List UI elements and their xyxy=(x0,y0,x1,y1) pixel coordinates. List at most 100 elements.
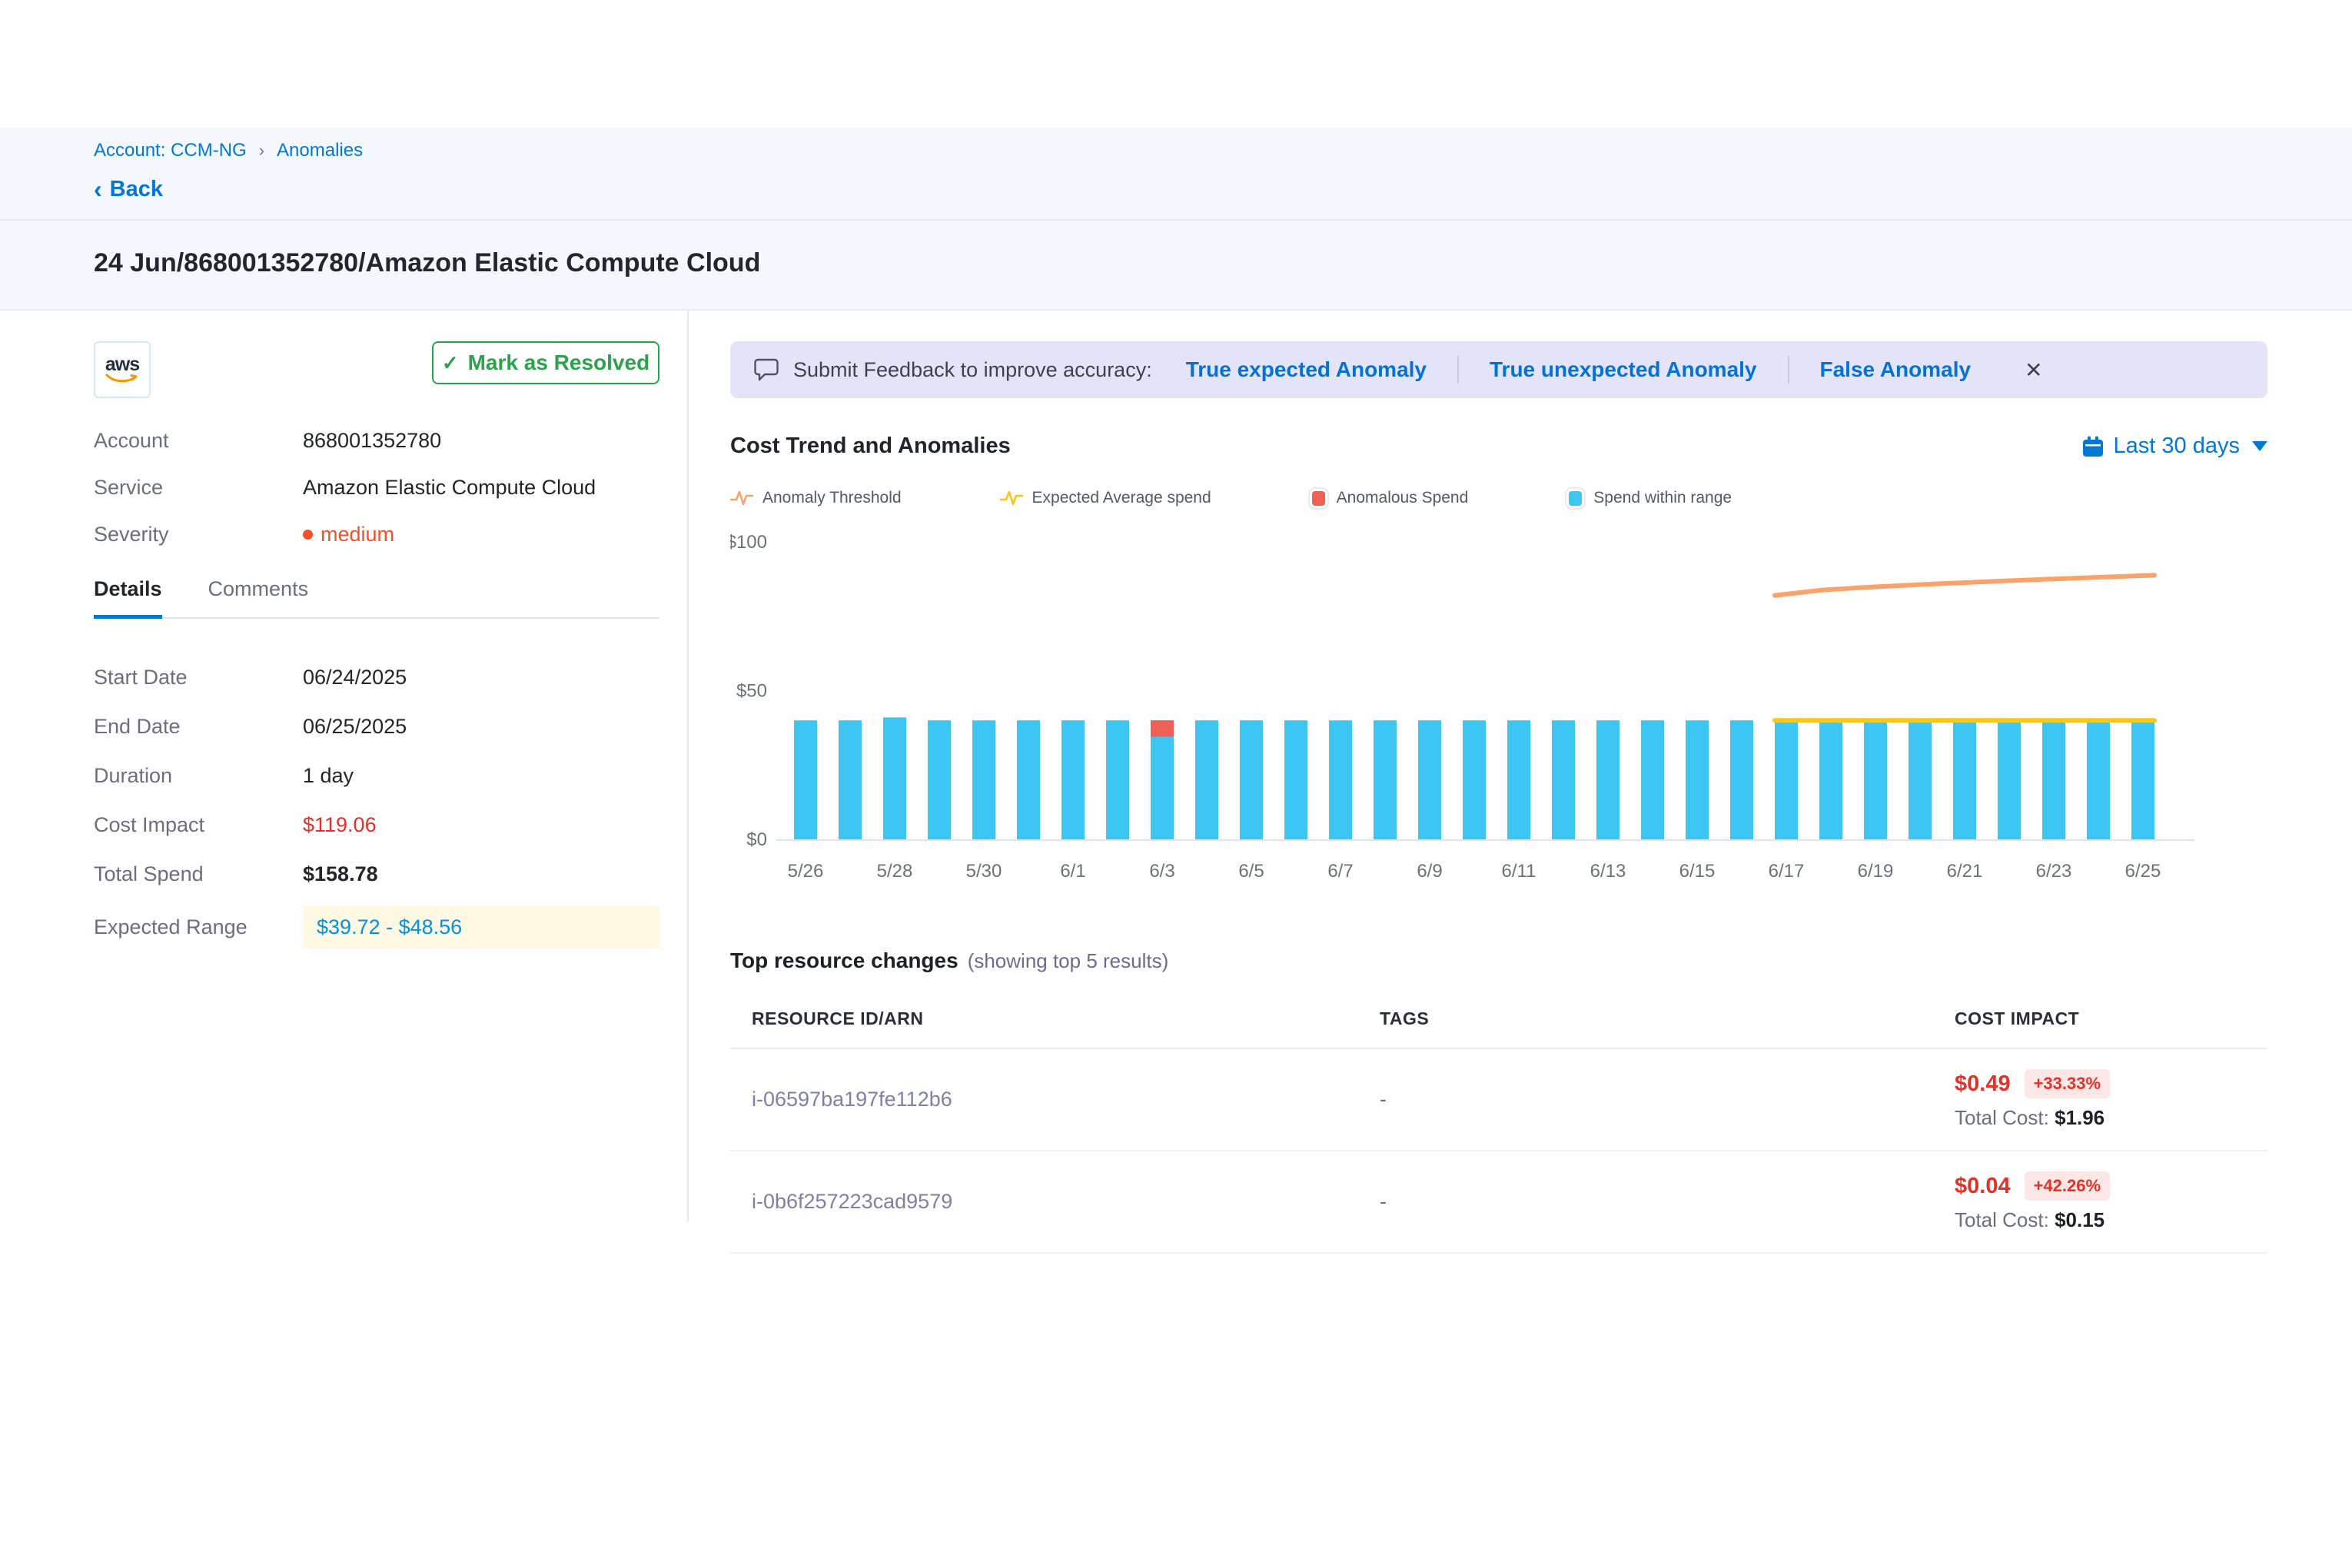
detail-row: End Date06/25/2025 xyxy=(94,709,659,743)
bar-6/19[interactable] xyxy=(1864,720,1887,839)
severity-dot-icon xyxy=(303,530,313,540)
bar-6/1[interactable] xyxy=(1061,720,1085,839)
bar-6/20[interactable] xyxy=(1909,720,1932,839)
legend-item[interactable]: Expected Average spend xyxy=(1000,488,1211,508)
divider xyxy=(1788,356,1789,384)
chart-title: Cost Trend and Anomalies xyxy=(730,434,1011,459)
mark-as-resolved-button[interactable]: ✓ Mark as Resolved xyxy=(432,341,659,384)
x-axis-tick-label: 6/15 xyxy=(1679,861,1716,882)
legend-label: Anomalous Spend xyxy=(1337,489,1469,507)
legend-item[interactable]: Anomaly Threshold xyxy=(730,488,902,508)
cost-line: $0.49+33.33% xyxy=(1955,1069,2267,1098)
x-axis-tick-label: 6/1 xyxy=(1060,861,1085,882)
detail-value: $158.78 xyxy=(303,862,378,886)
bar-6/8[interactable] xyxy=(1374,720,1397,839)
x-axis-tick-label: 6/23 xyxy=(2036,861,2072,882)
detail-value: 1 day xyxy=(303,764,354,788)
x-axis-tick-label: 6/7 xyxy=(1327,861,1353,882)
pulse-line-icon xyxy=(1000,488,1023,508)
table-header-row: RESOURCE ID/ARNTAGSCOST IMPACT xyxy=(730,992,2267,1049)
feedback-banner: Submit Feedback to improve accuracy: Tru… xyxy=(730,341,2267,398)
date-range-picker[interactable]: Last 30 days xyxy=(2081,434,2267,459)
calendar-icon xyxy=(2081,435,2105,458)
detail-value-wrap: $119.06 xyxy=(303,813,659,837)
bar-6/17[interactable] xyxy=(1775,720,1798,839)
bar-5/26[interactable] xyxy=(794,720,817,839)
bar-6/9[interactable] xyxy=(1418,720,1441,839)
legend-item[interactable]: Anomalous Spend xyxy=(1310,489,1469,508)
bar-6/21[interactable] xyxy=(1953,720,1976,839)
feedback-option-button[interactable]: False Anomaly xyxy=(1820,357,1972,382)
bar-5/31[interactable] xyxy=(1017,720,1040,839)
feedback-option-button[interactable]: True expected Anomaly xyxy=(1186,357,1427,382)
breadcrumb-account-link[interactable]: Account: CCM-NG xyxy=(94,140,247,161)
bar-6/7[interactable] xyxy=(1329,720,1352,839)
legend-label: Expected Average spend xyxy=(1032,489,1211,507)
x-axis-tick-label: 6/3 xyxy=(1149,861,1174,882)
x-axis-tick-label: 6/9 xyxy=(1417,861,1442,882)
resource-id-link[interactable]: i-0b6f257223cad9579 xyxy=(752,1190,952,1213)
bar-6/18[interactable] xyxy=(1819,720,1842,839)
breadcrumb: Account: CCM-NG › Anomalies xyxy=(94,140,2352,161)
bar-6/25[interactable] xyxy=(2131,720,2154,839)
bar-6/12[interactable] xyxy=(1552,720,1575,839)
header-band: Account: CCM-NG › Anomalies ‹ Back 24 Ju… xyxy=(0,128,2352,311)
bar-6/6[interactable] xyxy=(1284,720,1307,839)
close-icon[interactable]: ✕ xyxy=(2025,357,2042,383)
bar-5/29[interactable] xyxy=(928,720,951,839)
anomaly-detail-content: Submit Feedback to improve accuracy: Tru… xyxy=(689,311,2267,1254)
back-button[interactable]: ‹ Back xyxy=(0,161,2352,219)
anomalous-segment-6/3[interactable] xyxy=(1151,720,1174,736)
column-header: COST IMPACT xyxy=(1955,1008,2267,1029)
x-axis-tick-label: 5/30 xyxy=(966,861,1002,882)
tags-value: - xyxy=(1380,1190,1387,1213)
total-cost-value: $0.15 xyxy=(2055,1208,2105,1231)
top-whitespace xyxy=(0,0,2352,128)
legend-item[interactable]: Spend within range xyxy=(1566,489,1732,508)
detail-value-wrap: $158.78 xyxy=(303,862,659,886)
bar-6/16[interactable] xyxy=(1730,720,1753,839)
detail-label: Duration xyxy=(94,764,303,788)
bar-6/4[interactable] xyxy=(1195,720,1218,839)
breadcrumb-anomalies-link[interactable]: Anomalies xyxy=(277,140,363,161)
y-axis-tick-label: $100 xyxy=(730,532,767,553)
detail-value-wrap: 1 day xyxy=(303,764,659,788)
check-icon: ✓ xyxy=(442,351,459,375)
detail-label: Start Date xyxy=(94,666,303,689)
bar-6/15[interactable] xyxy=(1686,720,1709,839)
tab-details[interactable]: Details xyxy=(94,577,162,619)
resource-changes-subtitle: (showing top 5 results) xyxy=(968,949,1169,973)
x-axis-tick-label: 6/25 xyxy=(2125,861,2161,882)
bar-6/10[interactable] xyxy=(1463,720,1486,839)
bar-5/27[interactable] xyxy=(839,720,862,839)
detail-label: Total Spend xyxy=(94,862,303,886)
bar-6/5[interactable] xyxy=(1240,720,1263,839)
summary-row: ServiceAmazon Elastic Compute Cloud xyxy=(94,476,659,500)
summary-label: Service xyxy=(94,476,303,500)
tab-comments[interactable]: Comments xyxy=(208,577,309,619)
summary-row: Account868001352780 xyxy=(94,429,659,453)
summary-value: 868001352780 xyxy=(303,429,441,453)
bar-5/28[interactable] xyxy=(883,717,906,839)
bar-6/14[interactable] xyxy=(1641,720,1664,839)
x-axis-tick-label: 5/26 xyxy=(788,861,824,882)
bar-6/3[interactable] xyxy=(1151,720,1174,839)
feedback-option-button[interactable]: True unexpected Anomaly xyxy=(1490,357,1757,382)
bar-6/24[interactable] xyxy=(2087,720,2110,839)
detail-value-wrap: 06/25/2025 xyxy=(303,715,659,739)
bar-6/11[interactable] xyxy=(1507,720,1530,839)
detail-label: Expected Range xyxy=(94,915,303,939)
resource-id-link[interactable]: i-06597ba197fe112b6 xyxy=(752,1088,952,1111)
detail-label: End Date xyxy=(94,715,303,739)
x-axis-tick-label: 6/17 xyxy=(1769,861,1805,882)
cost-trend-chart[interactable]: $0$50$1005/265/285/306/16/36/56/76/96/11… xyxy=(730,530,2267,901)
bar-6/22[interactable] xyxy=(1998,720,2021,839)
bar-5/30[interactable] xyxy=(972,720,995,839)
bar-6/2[interactable] xyxy=(1106,720,1129,839)
cost-line: $0.04+42.26% xyxy=(1955,1171,2267,1201)
chat-bubble-icon xyxy=(753,357,779,382)
tags-cell: - xyxy=(1380,1088,1955,1111)
y-axis-tick-label: $50 xyxy=(736,681,767,702)
bar-6/13[interactable] xyxy=(1596,720,1619,839)
bar-6/23[interactable] xyxy=(2042,720,2065,839)
